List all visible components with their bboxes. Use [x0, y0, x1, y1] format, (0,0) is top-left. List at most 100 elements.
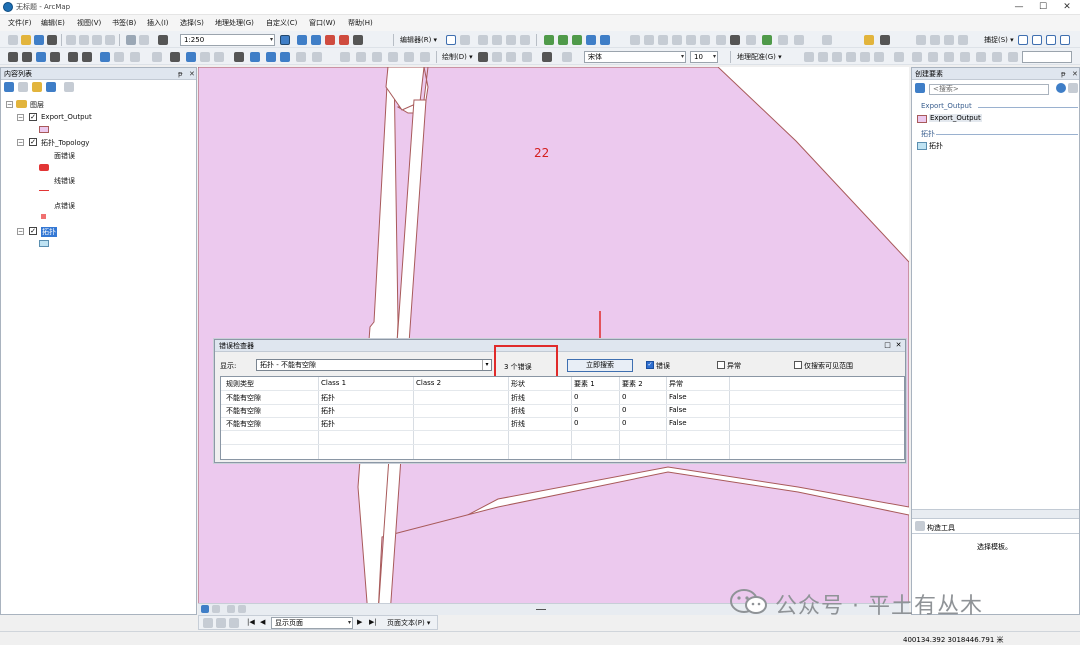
- errors-checkbox[interactable]: ✓: [646, 361, 654, 369]
- search-icon[interactable]: [1056, 83, 1066, 93]
- layout-zoom-100-icon[interactable]: [404, 52, 414, 62]
- point-snap-icon[interactable]: [1018, 35, 1028, 45]
- column-header[interactable]: 规则类型: [226, 379, 254, 389]
- layer-export-output[interactable]: Export_Output: [41, 113, 92, 121]
- pin-icon[interactable]: ᵽ: [1061, 68, 1066, 80]
- list-by-source-icon[interactable]: [18, 82, 28, 92]
- globe-icon[interactable]: [730, 35, 740, 45]
- list-by-drawing-order-icon[interactable]: [4, 82, 14, 92]
- error-table[interactable]: 规则类型 Class 1 Class 2 形状 要素 1 要素 2 异常 不能有…: [220, 376, 905, 460]
- fixed-zoom-in-icon[interactable]: [68, 52, 78, 62]
- overview-icon[interactable]: [312, 52, 322, 62]
- menu-bookmarks[interactable]: 书签(B): [112, 18, 136, 28]
- georef-fit-icon[interactable]: [992, 52, 1002, 62]
- georef-delete-link-icon[interactable]: [928, 52, 938, 62]
- georef-update-icon[interactable]: [960, 52, 970, 62]
- topology-edit-icon[interactable]: [572, 35, 582, 45]
- attributes-icon[interactable]: [762, 35, 772, 45]
- search-window-icon[interactable]: [325, 35, 335, 45]
- editor-toolbar-icon[interactable]: [280, 35, 290, 45]
- font-name-combo[interactable]: 宋体 ▾: [584, 51, 686, 63]
- organize-templates-icon[interactable]: [915, 83, 925, 93]
- zoom-page-width-icon[interactable]: [216, 618, 226, 628]
- open-icon[interactable]: [21, 35, 31, 45]
- layout-page-icon[interactable]: [372, 52, 382, 62]
- menu-help[interactable]: 帮助(H): [348, 18, 373, 28]
- polygon-symbol[interactable]: [39, 126, 49, 133]
- move-icon[interactable]: [630, 35, 640, 45]
- minimize-button[interactable]: —: [1008, 1, 1030, 13]
- layout-prev-icon[interactable]: [420, 52, 430, 62]
- zoom-out-icon[interactable]: [22, 52, 32, 62]
- line-error-symbol[interactable]: [39, 190, 49, 191]
- topology-validate-icon[interactable]: [586, 35, 596, 45]
- topology-fix-icon[interactable]: [600, 35, 610, 45]
- close-icon[interactable]: ✕: [1072, 68, 1078, 80]
- snap-midpoint-icon[interactable]: [944, 35, 954, 45]
- cut-icon[interactable]: [66, 35, 76, 45]
- clear-selection-icon[interactable]: [152, 52, 162, 62]
- add-data-icon[interactable]: [158, 35, 168, 45]
- template-item[interactable]: 拓扑: [929, 141, 943, 151]
- splitter[interactable]: [912, 509, 1079, 519]
- split-icon[interactable]: [658, 35, 668, 45]
- snap-end-icon[interactable]: [916, 35, 926, 45]
- sketch-props-icon[interactable]: [778, 35, 788, 45]
- layout-pan-icon[interactable]: [356, 52, 366, 62]
- close-button[interactable]: ✕: [1056, 1, 1078, 13]
- layout-zoom-icon[interactable]: [340, 52, 350, 62]
- layer-visibility-checkbox[interactable]: ✓: [29, 113, 37, 121]
- data-view-icon[interactable]: [201, 605, 209, 613]
- split-polygon-icon[interactable]: [822, 35, 832, 45]
- pause-drawing-icon[interactable]: [238, 605, 246, 613]
- select-elements-icon[interactable]: [170, 52, 180, 62]
- georef-layer-icon[interactable]: [804, 52, 814, 62]
- measure-icon[interactable]: [214, 52, 224, 62]
- collapse-icon[interactable]: −: [17, 114, 24, 121]
- prev-page-icon[interactable]: ◀: [260, 618, 265, 626]
- rectangle-icon[interactable]: [522, 52, 532, 62]
- exceptions-checkbox[interactable]: [717, 361, 725, 369]
- list-by-visibility-icon[interactable]: [32, 82, 42, 92]
- scale-tool-icon[interactable]: [686, 35, 696, 45]
- zoom-whole-page-icon[interactable]: [203, 618, 213, 628]
- page-text-menu[interactable]: 页面文本(P) ▾: [387, 618, 430, 628]
- georef-table-icon[interactable]: [874, 52, 884, 62]
- column-header[interactable]: Class 1: [321, 379, 346, 387]
- select-arrow-icon[interactable]: [478, 52, 488, 62]
- close-icon[interactable]: ✕: [894, 341, 903, 350]
- layer-topology[interactable]: 拓扑_Topology: [41, 138, 89, 148]
- font-size-combo[interactable]: 10 ▾: [690, 51, 718, 63]
- layer-visibility-checkbox[interactable]: ✓: [29, 227, 37, 235]
- menu-insert[interactable]: 插入(I): [147, 18, 169, 28]
- show-rule-combo[interactable]: 拓扑 - 不能有空隙 ▾: [256, 359, 492, 371]
- first-page-icon[interactable]: |◀: [247, 618, 255, 626]
- endpoint-arc-icon[interactable]: [492, 35, 502, 45]
- close-icon[interactable]: ✕: [189, 68, 195, 80]
- end-snap-icon[interactable]: [1032, 35, 1042, 45]
- viewer-icon[interactable]: [296, 52, 306, 62]
- pan-icon[interactable]: [36, 52, 46, 62]
- undo-icon[interactable]: [126, 35, 136, 45]
- georef-viewer-icon[interactable]: [894, 52, 904, 62]
- sketch-icon[interactable]: [746, 35, 756, 45]
- forward-icon[interactable]: [114, 52, 124, 62]
- trace-icon[interactable]: [506, 35, 516, 45]
- python-icon[interactable]: [353, 35, 363, 45]
- georef-link-icon[interactable]: [912, 52, 922, 62]
- polygon-error-symbol[interactable]: [39, 164, 49, 171]
- scale-combo[interactable]: 1:250 ▾: [180, 34, 275, 46]
- extend-icon[interactable]: [700, 35, 710, 45]
- snapping-menu[interactable]: 捕捉(S) ▾: [984, 35, 1014, 45]
- find-icon[interactable]: [234, 52, 244, 62]
- editor-menu[interactable]: 编辑器(R) ▾: [400, 35, 437, 45]
- georef-auto-icon[interactable]: [944, 52, 954, 62]
- point-error-symbol[interactable]: [41, 214, 46, 219]
- save-icon[interactable]: [34, 35, 44, 45]
- new-icon[interactable]: [8, 35, 18, 45]
- options-icon[interactable]: [64, 82, 74, 92]
- select-by-rect-icon[interactable]: [130, 52, 140, 62]
- menu-file[interactable]: 文件(F): [8, 18, 32, 28]
- rotate-icon[interactable]: [672, 35, 682, 45]
- column-header[interactable]: 异常: [669, 379, 683, 389]
